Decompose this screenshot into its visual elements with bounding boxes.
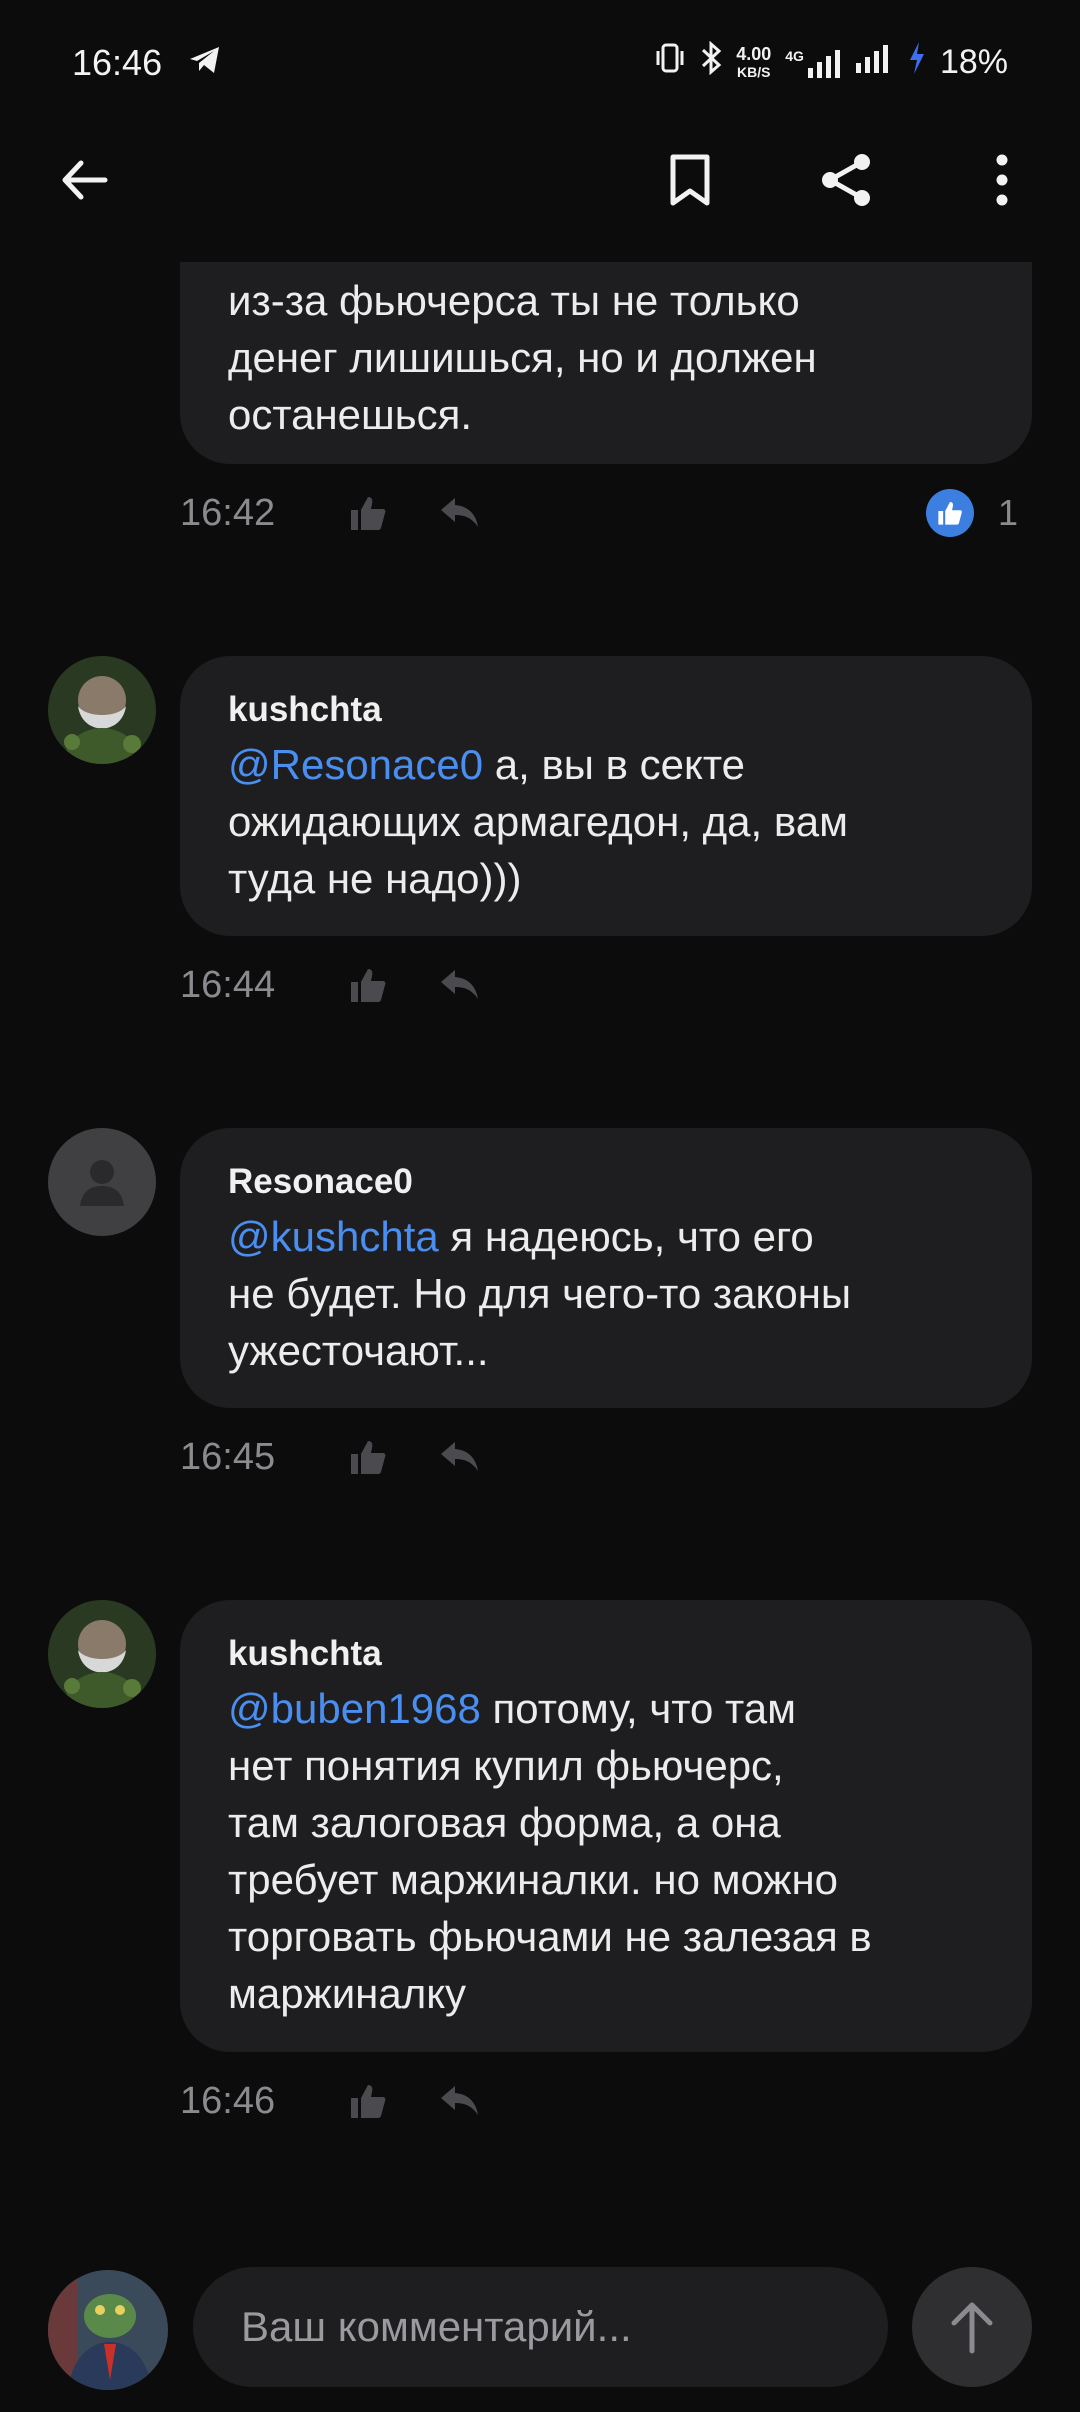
avatar[interactable] — [48, 656, 156, 764]
reply-button[interactable] — [414, 2076, 506, 2126]
back-button[interactable] — [44, 140, 124, 220]
net-speed: 4.00 KB/S — [736, 43, 772, 80]
reaction-like-badge[interactable] — [925, 489, 974, 537]
arrow-up-icon — [951, 2302, 993, 2354]
top-app-bar — [0, 125, 1080, 235]
telegram-icon — [188, 42, 222, 84]
comment-bubble: kushchta @buben1968 потому, что там нет … — [180, 1600, 1032, 2052]
reaction-count: 1 — [997, 492, 1018, 533]
comment-line: останешься. — [228, 391, 473, 438]
comment-line: ужесточают... — [228, 1327, 489, 1374]
share-icon — [822, 154, 870, 206]
my-avatar[interactable] — [48, 2270, 168, 2390]
comment-line: не будет. Но для чего-то законы — [228, 1270, 852, 1317]
comment-time: 16:42 — [180, 491, 276, 534]
thumbs-up-icon — [938, 502, 962, 525]
user-placeholder-icon — [80, 1160, 124, 1206]
avatar[interactable] — [48, 1128, 156, 1236]
reply-button[interactable] — [414, 960, 506, 1010]
like-button[interactable] — [322, 1432, 414, 1482]
thumbs-up-icon — [351, 969, 386, 1002]
signal-icon — [854, 43, 894, 82]
send-button[interactable] — [912, 2267, 1032, 2387]
avatar[interactable] — [48, 1600, 156, 1708]
comment-line: @Resonace0 а, вы в секте — [228, 741, 745, 788]
arrow-left-icon — [62, 160, 108, 200]
more-vertical-icon — [996, 154, 1008, 206]
comment-input-placeholder: Ваш комментарий... — [241, 2303, 632, 2350]
comment-line: денег лишишься, но и должен — [228, 334, 817, 381]
comment-time: 16:46 — [180, 2079, 276, 2122]
comment-meta: 16:44 — [180, 960, 506, 1010]
comment-meta: 16:45 — [180, 1432, 506, 1482]
comment-bubble: Resonace0 @kushchta я надеюсь, что его н… — [180, 1128, 1032, 1408]
comment-line: @kushchta я надеюсь, что его — [228, 1213, 814, 1260]
comment-line: торговать фьючами не залезая в — [228, 1913, 872, 1960]
comment-author: Resonace0 — [228, 1162, 413, 1201]
thumbs-up-icon — [351, 1441, 386, 1474]
reply-button[interactable] — [414, 1432, 506, 1482]
bookmark-icon — [670, 154, 710, 206]
comment-author: kushchta — [228, 690, 382, 729]
comment-time: 16:44 — [180, 963, 276, 1006]
like-button[interactable] — [322, 488, 414, 538]
more-options-button[interactable] — [962, 140, 1042, 220]
comment-author: kushchta — [228, 1634, 382, 1673]
mention-link[interactable]: @buben1968 — [228, 1685, 481, 1732]
comment-bubble: kushchta @Resonace0 а, вы в секте ожидаю… — [180, 656, 1032, 936]
status-time: 16:46 — [72, 41, 163, 83]
bookmark-button[interactable] — [650, 140, 730, 220]
comment-line: маржиналку — [228, 1970, 467, 2017]
reply-icon — [441, 2086, 478, 2115]
comment-line: нет понятия купил фьючерс, — [228, 1742, 784, 1789]
like-button[interactable] — [322, 2076, 414, 2126]
comment-line: из-за фьючерса ты не только — [228, 277, 800, 324]
mention-link[interactable]: @kushchta — [228, 1213, 439, 1260]
charging-icon — [908, 41, 926, 84]
status-bar: 16:46 4.00 KB/S 4G 18% — [0, 0, 1080, 125]
share-button[interactable] — [806, 140, 886, 220]
comment-composer: Ваш комментарий... — [0, 2260, 1080, 2412]
thumbs-up-icon — [351, 497, 386, 530]
comment-meta: 16:46 — [180, 2076, 506, 2126]
thumbs-up-icon — [351, 2085, 386, 2118]
signal-4g-icon: 4G — [785, 48, 840, 78]
reply-icon — [441, 970, 478, 999]
battery-level: 18% — [939, 43, 1008, 81]
comment-input[interactable]: Ваш комментарий... — [193, 2267, 888, 2387]
comment-line: там залоговая форма, а она — [228, 1799, 781, 1846]
comment-meta: 16:42 1 — [180, 488, 1040, 538]
comment-time: 16:45 — [180, 1435, 276, 1478]
like-button[interactable] — [322, 960, 414, 1010]
comment-bubble: из-за фьючерса ты не только денег лишишь… — [180, 262, 1032, 464]
comment-line: @buben1968 потому, что там — [228, 1685, 796, 1732]
mention-link[interactable]: @Resonace0 — [228, 741, 483, 788]
reply-button[interactable] — [414, 488, 506, 538]
comment-line: требует маржиналки. но можно — [228, 1856, 839, 1903]
comment-line: ожидающих армагедон, да, вам — [228, 798, 848, 845]
reply-icon — [441, 1442, 478, 1471]
vibrate-icon — [654, 41, 686, 84]
reply-icon — [441, 498, 478, 527]
comment-line: туда не надо))) — [228, 855, 522, 902]
bluetooth-icon — [700, 40, 722, 84]
